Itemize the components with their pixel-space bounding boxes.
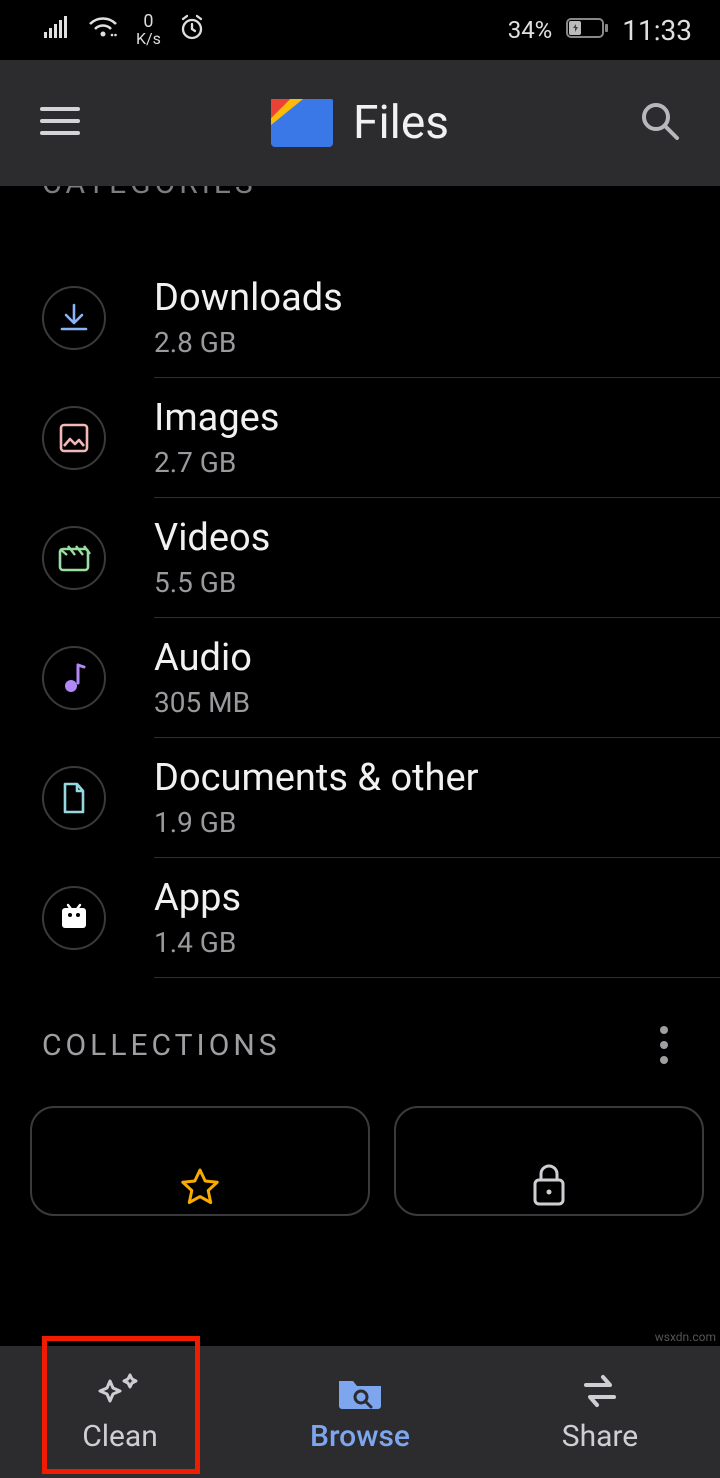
status-right: 34% 11:33 (508, 14, 692, 47)
download-icon (42, 286, 106, 350)
status-left: 0 K/s (44, 13, 205, 47)
app-title-text: Files (353, 96, 449, 150)
hamburger-icon (40, 106, 80, 140)
app-bar: Files (0, 60, 720, 186)
collections-more-button[interactable] (652, 1018, 676, 1072)
category-name: Audio (154, 636, 690, 680)
watermark: wsxdn.com (655, 1330, 716, 1344)
folder-search-icon (335, 1371, 385, 1415)
nav-browse[interactable]: Browse (240, 1346, 480, 1478)
category-audio[interactable]: Audio 305 MB (0, 618, 720, 737)
image-icon (42, 406, 106, 470)
menu-button[interactable] (30, 93, 90, 153)
nav-label: Clean (82, 1419, 158, 1454)
nav-share[interactable]: Share (480, 1346, 720, 1478)
nav-clean[interactable]: Clean (0, 1346, 240, 1478)
sparkle-icon (96, 1371, 144, 1415)
category-size: 1.4 GB (154, 926, 690, 959)
search-button[interactable] (630, 93, 690, 153)
files-logo-icon (271, 99, 333, 147)
video-icon (42, 526, 106, 590)
clock-text: 11:33 (622, 14, 692, 47)
category-size: 305 MB (154, 686, 690, 719)
alarm-icon (179, 14, 205, 46)
star-icon (178, 1166, 222, 1214)
document-icon (42, 766, 106, 830)
category-documents[interactable]: Documents & other 1.9 GB (0, 738, 720, 857)
battery-icon (566, 16, 608, 44)
search-icon (639, 100, 681, 146)
category-name: Videos (154, 516, 690, 560)
bottom-nav: Clean Browse Share (0, 1346, 720, 1478)
apps-icon (42, 886, 106, 950)
category-size: 2.8 GB (154, 326, 690, 359)
collections-title: COLLECTIONS (42, 1028, 281, 1063)
category-videos[interactable]: Videos 5.5 GB (0, 498, 720, 617)
nav-label: Share (562, 1419, 638, 1454)
nav-label: Browse (310, 1419, 410, 1454)
signal-icon (44, 16, 70, 44)
battery-percent: 34% (508, 16, 553, 44)
collection-card-safe[interactable] (394, 1106, 704, 1216)
network-speed: 0 K/s (136, 13, 161, 47)
category-name: Documents & other (154, 756, 690, 800)
category-size: 1.9 GB (154, 806, 690, 839)
audio-icon (42, 646, 106, 710)
status-bar: 0 K/s 34% 11:33 (0, 0, 720, 60)
categories-list: Downloads 2.8 GB Images 2.7 GB Videos 5.… (0, 228, 720, 978)
category-downloads[interactable]: Downloads 2.8 GB (0, 258, 720, 377)
category-images[interactable]: Images 2.7 GB (0, 378, 720, 497)
category-name: Images (154, 396, 690, 440)
collection-card-favorites[interactable] (30, 1106, 370, 1216)
swap-icon (576, 1371, 624, 1415)
app-title: Files (90, 96, 630, 150)
category-size: 5.5 GB (154, 566, 690, 599)
category-name: Downloads (154, 276, 690, 320)
categories-header: CATEGORIES (0, 186, 720, 228)
lock-icon (529, 1160, 569, 1210)
category-name: Apps (154, 876, 690, 920)
collections-cards (0, 1092, 720, 1216)
category-size: 2.7 GB (154, 446, 690, 479)
category-apps[interactable]: Apps 1.4 GB (0, 858, 720, 977)
wifi-icon (88, 16, 118, 44)
collections-header: COLLECTIONS (0, 978, 720, 1092)
